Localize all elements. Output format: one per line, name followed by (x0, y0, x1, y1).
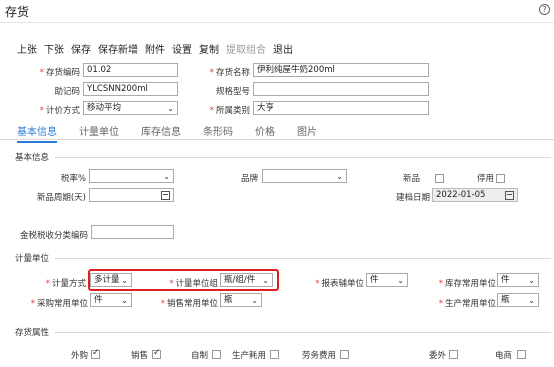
section-divider (55, 258, 551, 259)
attr-purchase-checkbox[interactable] (91, 348, 100, 359)
attachment-button[interactable]: 附件 (145, 41, 165, 56)
tab-barcode[interactable]: 条形码 (203, 123, 233, 143)
chevron-down-icon: ⌄ (167, 104, 174, 113)
brand-select[interactable]: ⌄ (262, 169, 347, 183)
sales-unit-label: * 销售常用单位 (160, 299, 218, 309)
next-button[interactable]: 下张 (44, 41, 64, 56)
chevron-down-icon: ⌄ (336, 172, 343, 181)
chevron-down-icon: ⌄ (528, 276, 535, 285)
attr-production-label: 生产耗用 (231, 351, 266, 361)
purchase-unit-select[interactable]: 件 ⌄ (90, 293, 132, 307)
new-period-label: 新品周期(天) (36, 193, 86, 203)
spec-label: 规格型号 (215, 87, 250, 97)
created-date-input[interactable]: 2022-01-05 (432, 188, 518, 202)
tab-bar: 基本信息 计量单位 库存信息 条形码 价格 图片 (17, 123, 339, 143)
attr-sales-label: 销售 (130, 351, 148, 361)
attr-outsource-checkbox[interactable] (449, 350, 458, 359)
extract-combo-button[interactable]: 提取组合 (226, 41, 266, 56)
new-product-label: 新品 (402, 174, 420, 184)
purchase-unit-label: * 采购常用单位 (30, 299, 88, 309)
section-units: 计量单位 (15, 254, 50, 264)
attr-sales-checkbox[interactable] (152, 348, 161, 359)
tax-code-input[interactable] (91, 225, 174, 239)
save-new-button[interactable]: 保存新增 (98, 41, 138, 56)
prev-button[interactable]: 上张 (17, 41, 37, 56)
chevron-down-icon: ⌄ (528, 296, 535, 305)
tab-images[interactable]: 图片 (297, 123, 317, 143)
sales-unit-select[interactable]: 瓶 ⌄ (220, 293, 262, 307)
attr-service-checkbox[interactable] (340, 350, 349, 359)
unit-method-label: * 计量方式 (45, 279, 86, 289)
calendar-icon[interactable] (505, 191, 514, 200)
unit-group-label: * 计量单位组 (169, 279, 218, 289)
exit-button[interactable]: 退出 (273, 41, 293, 56)
attr-ecommerce-label: 电商 (494, 351, 512, 361)
new-period-input[interactable] (89, 188, 174, 202)
code-input[interactable]: 01.02 (83, 63, 178, 77)
settings-button[interactable]: 设置 (172, 41, 192, 56)
tab-units[interactable]: 计量单位 (79, 123, 119, 143)
section-basic-info: 基本信息 (15, 153, 50, 163)
brand-label: 品牌 (240, 174, 258, 184)
tax-rate-label: 税率% (60, 174, 86, 184)
copy-button[interactable]: 复制 (199, 41, 219, 56)
production-unit-select[interactable]: 瓶 ⌄ (497, 293, 539, 307)
save-button[interactable]: 保存 (71, 41, 91, 56)
report-unit-select[interactable]: 件 ⌄ (366, 273, 408, 287)
mnemonic-label: 助记码 (54, 87, 80, 97)
calendar-icon[interactable] (161, 191, 170, 200)
chevron-down-icon: ⌄ (121, 276, 128, 285)
tab-basic-info[interactable]: 基本信息 (17, 123, 57, 143)
tab-price[interactable]: 价格 (255, 123, 275, 143)
page-title: 存货 (5, 5, 30, 19)
chevron-down-icon: ⌄ (163, 172, 170, 181)
new-product-checkbox[interactable] (435, 174, 444, 183)
tab-divider (0, 139, 554, 140)
stock-unit-label: * 库存常用单位 (438, 279, 496, 289)
attr-outsource-label: 委外 (428, 351, 446, 361)
tab-stock-info[interactable]: 库存信息 (141, 123, 181, 143)
production-unit-label: * 生产常用单位 (438, 299, 496, 309)
created-date-label: 建档日期 (395, 193, 430, 203)
attr-production-checkbox[interactable] (270, 350, 279, 359)
attr-self-made-checkbox[interactable] (212, 350, 221, 359)
section-attributes: 存货属性 (15, 328, 50, 338)
disabled-label: 停用 (476, 174, 494, 184)
valuation-label: * 计价方式 (39, 106, 80, 116)
disabled-checkbox[interactable] (496, 174, 505, 183)
toolbar: 上张 下张 保存 保存新增 附件 设置 复制 提取组合 退出 (17, 41, 293, 56)
chevron-down-icon: ⌄ (121, 296, 128, 305)
header-divider (0, 22, 554, 23)
attr-service-label: 劳务费用 (301, 351, 336, 361)
name-label: * 存货名称 (209, 68, 250, 78)
section-divider (55, 332, 551, 333)
unit-method-select[interactable]: 多计量 ⌄ (90, 273, 132, 287)
mnemonic-input[interactable]: YLCSNN200ml (83, 82, 178, 96)
chevron-down-icon: ⌄ (262, 276, 269, 285)
chevron-down-icon: ⌄ (251, 296, 258, 305)
report-unit-label: * 报表辅单位 (315, 279, 364, 289)
spec-input[interactable] (253, 82, 429, 96)
help-icon[interactable]: ? (539, 4, 550, 15)
attr-self-made-label: 自制 (190, 351, 208, 361)
section-divider (55, 157, 551, 158)
attr-ecommerce-checkbox[interactable] (517, 350, 526, 359)
category-label: * 所属类别 (209, 106, 250, 116)
tax-rate-select[interactable]: ⌄ (89, 169, 174, 183)
category-input[interactable]: 大亨 (253, 101, 429, 115)
chevron-down-icon: ⌄ (397, 276, 404, 285)
name-input[interactable]: 伊利纯屋牛奶200ml (253, 63, 429, 77)
unit-group-select[interactable]: 瓶/组/件 ⌄ (220, 273, 273, 287)
attr-purchase-label: 外购 (70, 351, 88, 361)
tax-code-label: 金税税收分类编码 (19, 231, 88, 241)
code-label: * 存货编码 (39, 68, 80, 78)
stock-unit-select[interactable]: 件 ⌄ (497, 273, 539, 287)
valuation-select[interactable]: 移动平均 ⌄ (83, 101, 178, 115)
